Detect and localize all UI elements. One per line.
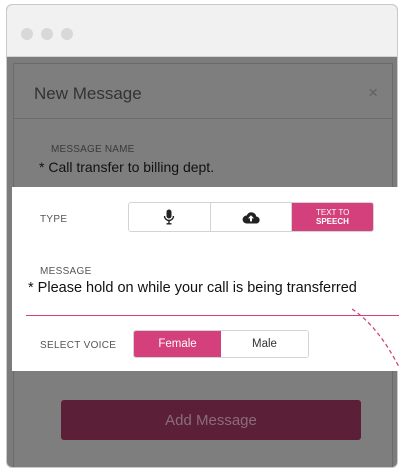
cloud-upload-icon — [242, 211, 260, 224]
window-dot-minimize[interactable] — [41, 28, 53, 40]
type-option-record[interactable] — [129, 203, 211, 231]
microphone-icon — [164, 209, 175, 225]
window-dot-close[interactable] — [21, 28, 33, 40]
type-label: TYPE — [40, 214, 68, 225]
modal-header: New Message × — [14, 64, 392, 119]
voice-option-female[interactable]: Female — [134, 331, 221, 357]
focus-panel: TYPE TEXT TO SPEECH MESSAGE * Please hol… — [12, 187, 399, 371]
text-to-speech-line1: TEXT TO — [316, 208, 350, 217]
close-icon[interactable]: × — [368, 84, 378, 101]
add-message-button[interactable]: Add Message — [61, 400, 361, 440]
window-titlebar — [7, 5, 397, 57]
message-name-field[interactable]: * Call transfer to billing dept. — [39, 159, 214, 175]
modal-title: New Message — [34, 84, 142, 103]
window-dot-maximize[interactable] — [61, 28, 73, 40]
voice-option-male[interactable]: Male — [221, 331, 308, 357]
type-option-upload[interactable] — [210, 203, 293, 231]
message-textarea[interactable]: * Please hold on while your call is bein… — [28, 280, 357, 296]
text-to-speech-line2: SPEECH — [316, 217, 349, 226]
message-label: MESSAGE — [40, 266, 92, 277]
type-selector: TEXT TO SPEECH — [128, 202, 374, 232]
dashed-connector — [352, 308, 399, 369]
select-voice-label: SELECT VOICE — [40, 340, 117, 351]
text-to-speech-label: TEXT TO SPEECH — [316, 208, 349, 226]
type-option-text-to-speech[interactable]: TEXT TO SPEECH — [292, 203, 373, 231]
voice-selector: Female Male — [133, 330, 309, 358]
message-underline — [26, 315, 399, 316]
message-name-label: MESSAGE NAME — [51, 144, 135, 155]
